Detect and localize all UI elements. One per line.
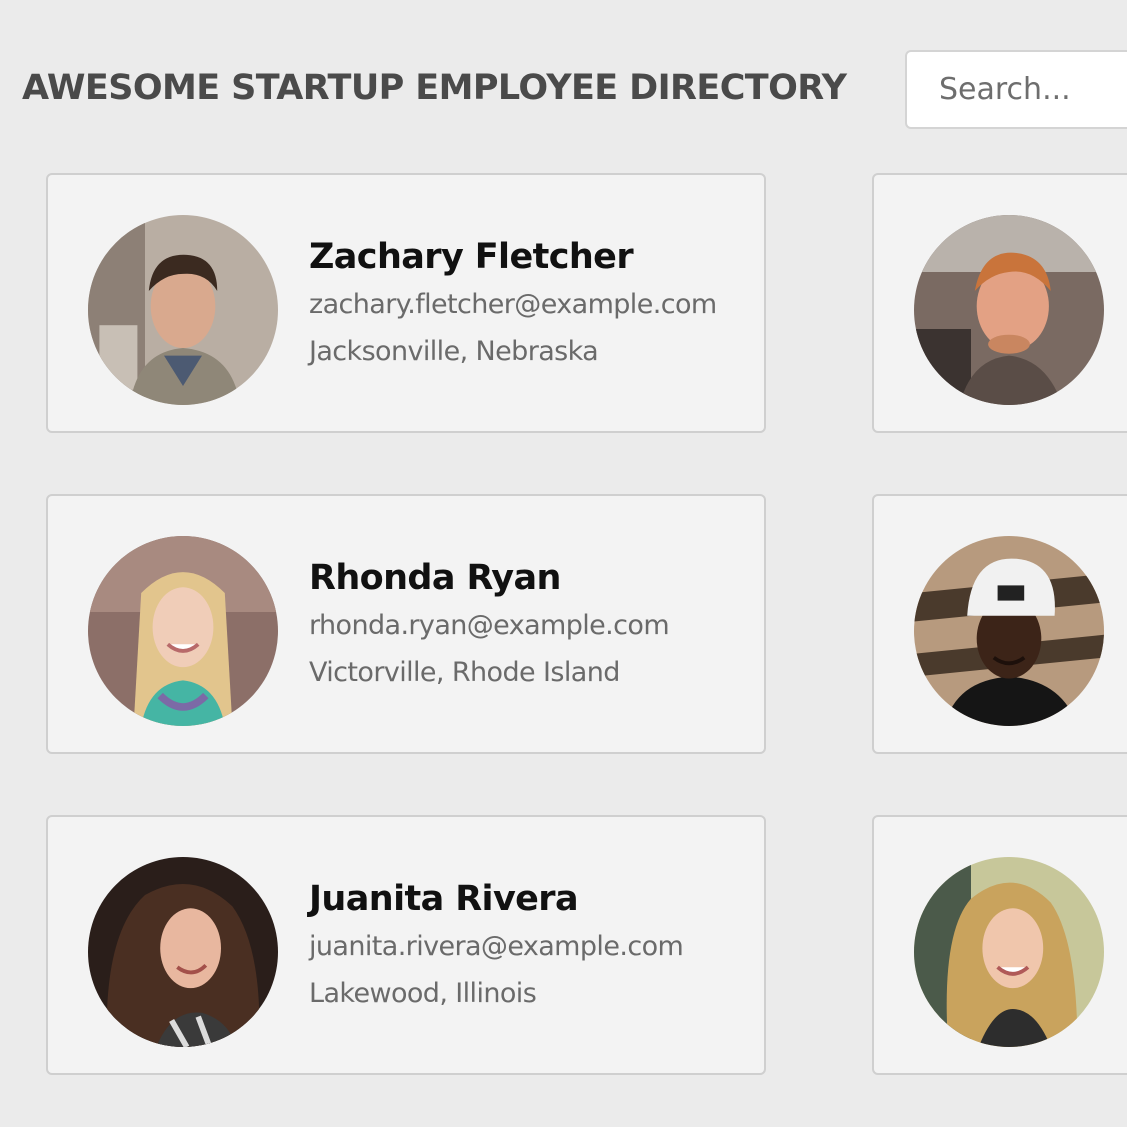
person-photo-icon [88, 215, 278, 405]
employee-card[interactable]: Juanita Rivera juanita.rivera@example.co… [46, 815, 766, 1075]
directory-page: AWESOME STARTUP EMPLOYEE DIRECTORY Zacha… [0, 0, 1127, 1127]
employee-card[interactable] [872, 494, 1127, 754]
page-title: AWESOME STARTUP EMPLOYEE DIRECTORY [22, 68, 847, 108]
person-photo-icon [88, 857, 278, 1047]
person-photo-icon [914, 536, 1104, 726]
employee-card[interactable] [872, 815, 1127, 1075]
employee-location: Victorville, Rhode Island [309, 657, 620, 688]
employee-name: Juanita Rivera [309, 879, 579, 919]
employee-email: rhonda.ryan@example.com [309, 610, 670, 641]
employee-email: juanita.rivera@example.com [309, 931, 684, 962]
person-photo-icon [88, 536, 278, 726]
employee-name: Zachary Fletcher [309, 237, 634, 277]
person-photo-icon [914, 857, 1104, 1047]
employee-card[interactable]: Zachary Fletcher zachary.fletcher@exampl… [46, 173, 766, 433]
employee-card[interactable] [872, 173, 1127, 433]
person-photo-icon [914, 215, 1104, 405]
employee-email: zachary.fletcher@example.com [309, 289, 717, 320]
employee-name: Rhonda Ryan [309, 558, 561, 598]
search-input[interactable] [905, 50, 1127, 129]
employee-card[interactable]: Rhonda Ryan rhonda.ryan@example.com Vict… [46, 494, 766, 754]
employee-location: Jacksonville, Nebraska [309, 336, 599, 367]
employee-location: Lakewood, Illinois [309, 978, 537, 1009]
